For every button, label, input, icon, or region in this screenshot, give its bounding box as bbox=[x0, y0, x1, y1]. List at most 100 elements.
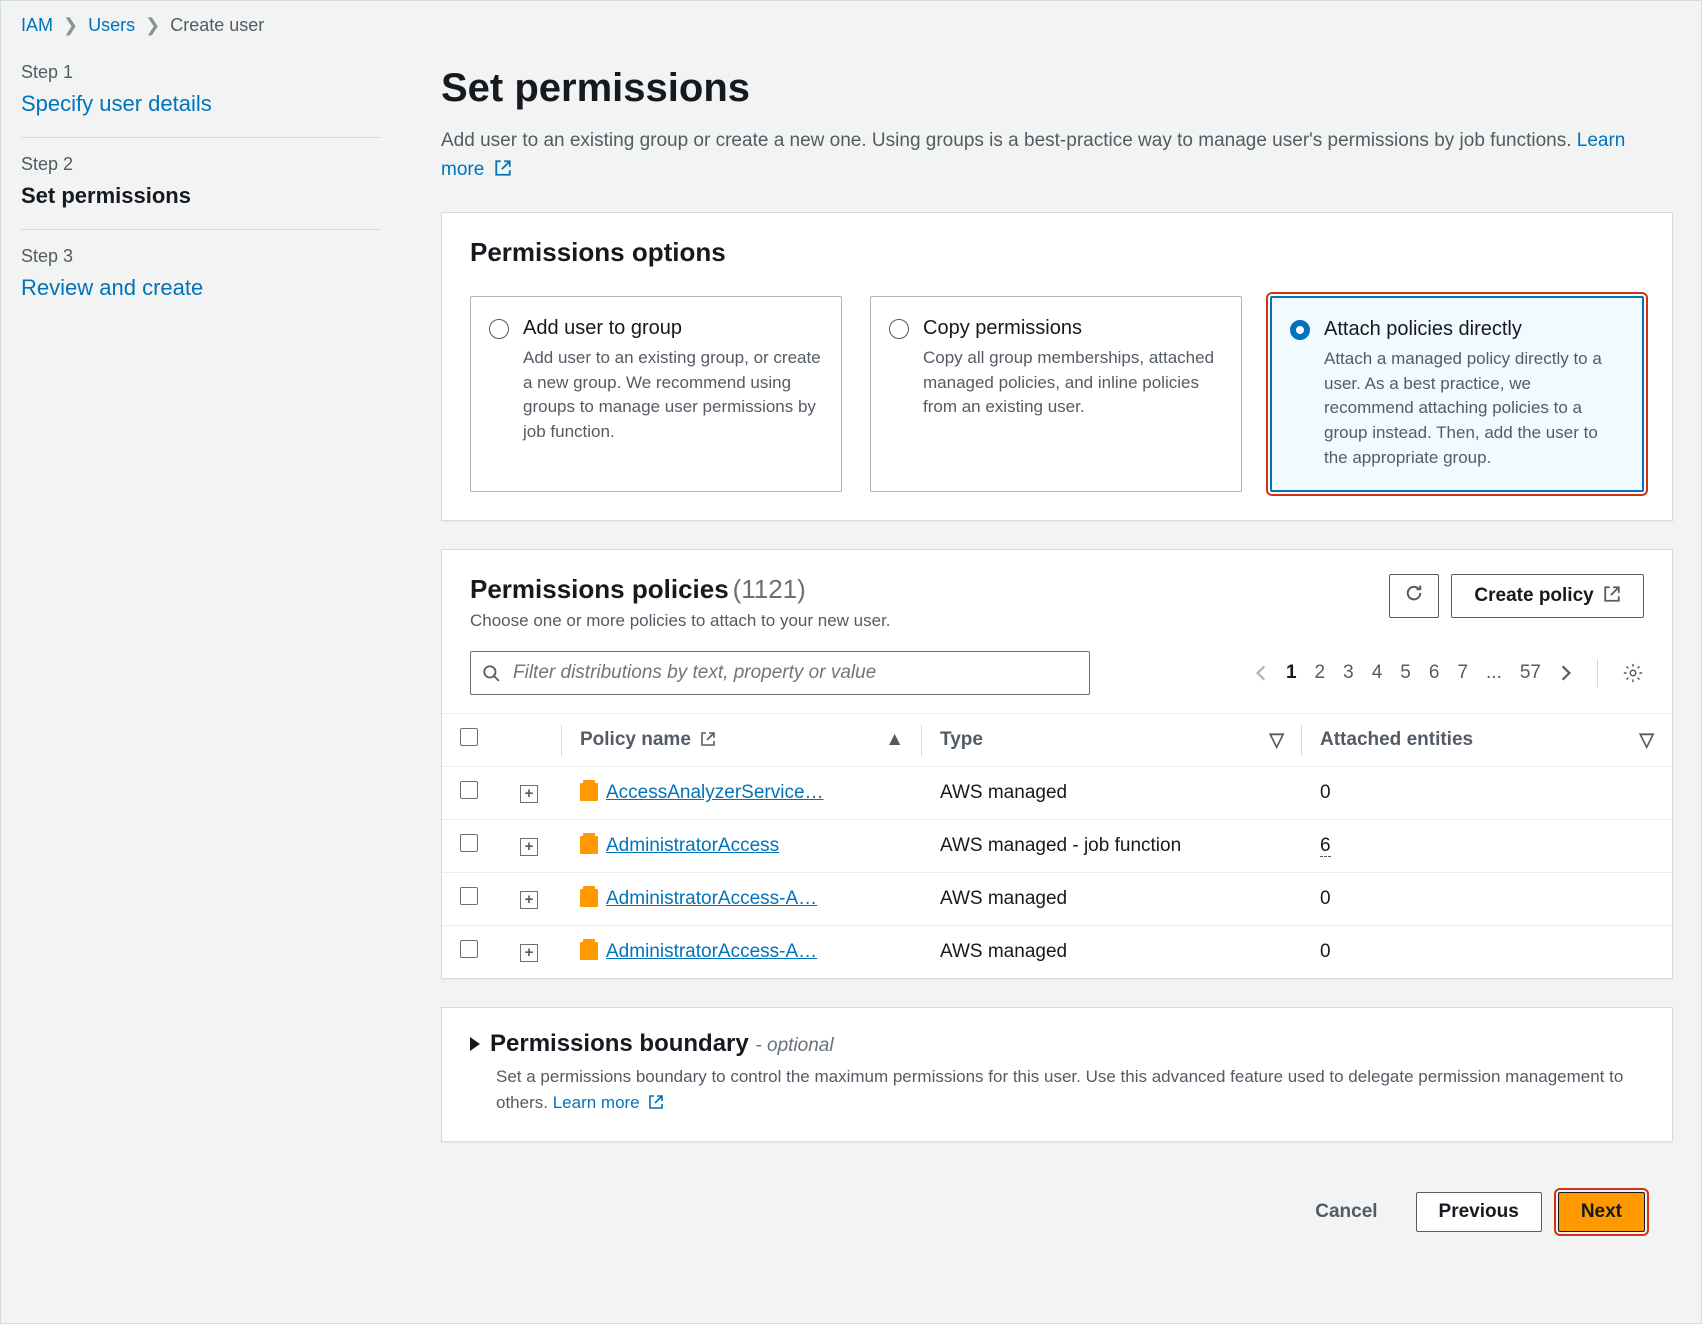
policy-box-icon bbox=[580, 942, 598, 960]
option-title: Copy permissions bbox=[923, 317, 1221, 340]
step-label: Step 2 bbox=[21, 154, 381, 175]
page-title: Set permissions bbox=[441, 66, 1673, 111]
policy-name-link[interactable]: AccessAnalyzerService… bbox=[606, 782, 824, 803]
optional-label: - optional bbox=[755, 1035, 833, 1056]
divider bbox=[1597, 659, 1598, 687]
page-1[interactable]: 1 bbox=[1286, 662, 1297, 684]
row-checkbox[interactable] bbox=[460, 887, 478, 905]
select-all-checkbox[interactable] bbox=[460, 728, 478, 746]
page-3[interactable]: 3 bbox=[1343, 662, 1354, 684]
col-attached-entities[interactable]: Attached entities bbox=[1320, 729, 1473, 750]
breadcrumb-iam[interactable]: IAM bbox=[21, 15, 53, 36]
permissions-boundary-title: Permissions boundary - optional bbox=[490, 1030, 834, 1058]
radio-icon bbox=[489, 319, 509, 339]
external-link-icon bbox=[700, 731, 716, 747]
search-icon bbox=[482, 664, 500, 682]
chevron-right-icon: ❯ bbox=[145, 15, 160, 36]
policy-name-link[interactable]: AdministratorAccess-A… bbox=[606, 888, 817, 909]
sort-asc-icon[interactable]: ▲ bbox=[885, 729, 904, 751]
page-2[interactable]: 2 bbox=[1315, 662, 1326, 684]
policy-search bbox=[470, 651, 1090, 695]
policy-name-link[interactable]: AdministratorAccess-A… bbox=[606, 941, 817, 962]
refresh-icon bbox=[1404, 583, 1424, 603]
create-policy-button[interactable]: Create policy bbox=[1451, 574, 1644, 618]
option-attach-policies-directly[interactable]: Attach policies directly Attach a manage… bbox=[1270, 296, 1644, 492]
expand-row-icon[interactable]: + bbox=[520, 785, 538, 803]
policies-subtitle: Choose one or more policies to attach to… bbox=[470, 611, 891, 631]
radio-icon bbox=[1290, 320, 1310, 340]
policies-table: Policy name ▲ Type ▽ Atta bbox=[442, 713, 1672, 978]
policy-type: AWS managed bbox=[922, 767, 1302, 820]
external-link-icon bbox=[648, 1094, 664, 1110]
settings-icon[interactable] bbox=[1622, 662, 1644, 684]
permissions-boundary-desc: Set a permissions boundary to control th… bbox=[442, 1064, 1672, 1141]
breadcrumb-current: Create user bbox=[170, 15, 264, 36]
policy-name-link[interactable]: AdministratorAccess bbox=[606, 835, 779, 856]
policy-entities[interactable]: 6 bbox=[1320, 835, 1331, 857]
chevron-right-icon: ❯ bbox=[63, 15, 78, 36]
policy-box-icon bbox=[580, 889, 598, 907]
policy-entities: 0 bbox=[1302, 926, 1672, 979]
policy-type: AWS managed bbox=[922, 873, 1302, 926]
pagination: 1 2 3 4 5 6 7 ... 57 bbox=[1254, 659, 1644, 687]
wizard-steps-sidebar: Step 1 Specify user details Step 2 Set p… bbox=[1, 46, 401, 1232]
learn-more-link[interactable]: Learn more bbox=[553, 1093, 665, 1112]
option-copy-permissions[interactable]: Copy permissions Copy all group membersh… bbox=[870, 296, 1242, 492]
page-subtitle: Add user to an existing group or create … bbox=[441, 127, 1673, 184]
step-label: Step 3 bbox=[21, 246, 381, 267]
expand-caret-icon[interactable] bbox=[470, 1037, 480, 1051]
page-57[interactable]: 57 bbox=[1520, 662, 1541, 684]
step-review-and-create[interactable]: Review and create bbox=[21, 275, 381, 301]
subtitle-text: Add user to an existing group or create … bbox=[441, 130, 1577, 151]
policy-search-input[interactable] bbox=[470, 651, 1090, 695]
col-type[interactable]: Type bbox=[940, 729, 983, 750]
row-checkbox[interactable] bbox=[460, 834, 478, 852]
page-6[interactable]: 6 bbox=[1429, 662, 1440, 684]
option-desc: Add user to an existing group, or create… bbox=[523, 346, 821, 445]
step-specify-user-details[interactable]: Specify user details bbox=[21, 91, 381, 117]
option-title: Add user to group bbox=[523, 317, 821, 340]
table-row: + AdministratorAccess-A… AWS managed 0 bbox=[442, 926, 1672, 979]
page-7[interactable]: 7 bbox=[1457, 662, 1468, 684]
learn-more-label: Learn more bbox=[553, 1093, 640, 1112]
option-title: Attach policies directly bbox=[1324, 318, 1622, 341]
policy-type: AWS managed - job function bbox=[922, 820, 1302, 873]
page-4[interactable]: 4 bbox=[1372, 662, 1383, 684]
filter-icon[interactable]: ▽ bbox=[1269, 729, 1284, 752]
external-link-icon bbox=[1603, 585, 1621, 603]
policies-count: (1121) bbox=[733, 574, 806, 604]
permissions-options-panel: Permissions options Add user to group Ad… bbox=[441, 212, 1673, 521]
filter-icon[interactable]: ▽ bbox=[1639, 729, 1654, 752]
previous-button[interactable]: Previous bbox=[1416, 1192, 1542, 1232]
table-row: + AdministratorAccess-A… AWS managed 0 bbox=[442, 873, 1672, 926]
cancel-button[interactable]: Cancel bbox=[1293, 1193, 1399, 1231]
page-next-icon[interactable] bbox=[1559, 664, 1573, 682]
breadcrumb-users[interactable]: Users bbox=[88, 15, 135, 36]
boundary-title-text: Permissions boundary bbox=[490, 1030, 749, 1057]
policy-entities: 0 bbox=[1302, 873, 1672, 926]
page-ellipsis: ... bbox=[1486, 662, 1502, 684]
external-link-icon bbox=[494, 159, 512, 177]
option-add-user-to-group[interactable]: Add user to group Add user to an existin… bbox=[470, 296, 842, 492]
permissions-boundary-panel: Permissions boundary - optional Set a pe… bbox=[441, 1007, 1673, 1142]
breadcrumb: IAM ❯ Users ❯ Create user bbox=[1, 1, 1701, 46]
row-checkbox[interactable] bbox=[460, 781, 478, 799]
policy-box-icon bbox=[580, 783, 598, 801]
step-set-permissions: Set permissions bbox=[21, 183, 381, 209]
row-checkbox[interactable] bbox=[460, 940, 478, 958]
expand-row-icon[interactable]: + bbox=[520, 891, 538, 909]
page-prev-icon[interactable] bbox=[1254, 664, 1268, 682]
next-button[interactable]: Next bbox=[1558, 1192, 1645, 1232]
refresh-button[interactable] bbox=[1389, 574, 1439, 618]
expand-row-icon[interactable]: + bbox=[520, 944, 538, 962]
wizard-footer: Cancel Previous Next bbox=[441, 1170, 1673, 1232]
page-5[interactable]: 5 bbox=[1400, 662, 1411, 684]
radio-icon bbox=[889, 319, 909, 339]
boundary-desc-text: Set a permissions boundary to control th… bbox=[496, 1067, 1623, 1112]
table-row: + AccessAnalyzerService… AWS managed 0 bbox=[442, 767, 1672, 820]
policy-box-icon bbox=[580, 836, 598, 854]
expand-row-icon[interactable]: + bbox=[520, 838, 538, 856]
permissions-options-header: Permissions options bbox=[470, 237, 1644, 268]
col-policy-name[interactable]: Policy name bbox=[580, 729, 691, 750]
table-row: + AdministratorAccess AWS managed - job … bbox=[442, 820, 1672, 873]
